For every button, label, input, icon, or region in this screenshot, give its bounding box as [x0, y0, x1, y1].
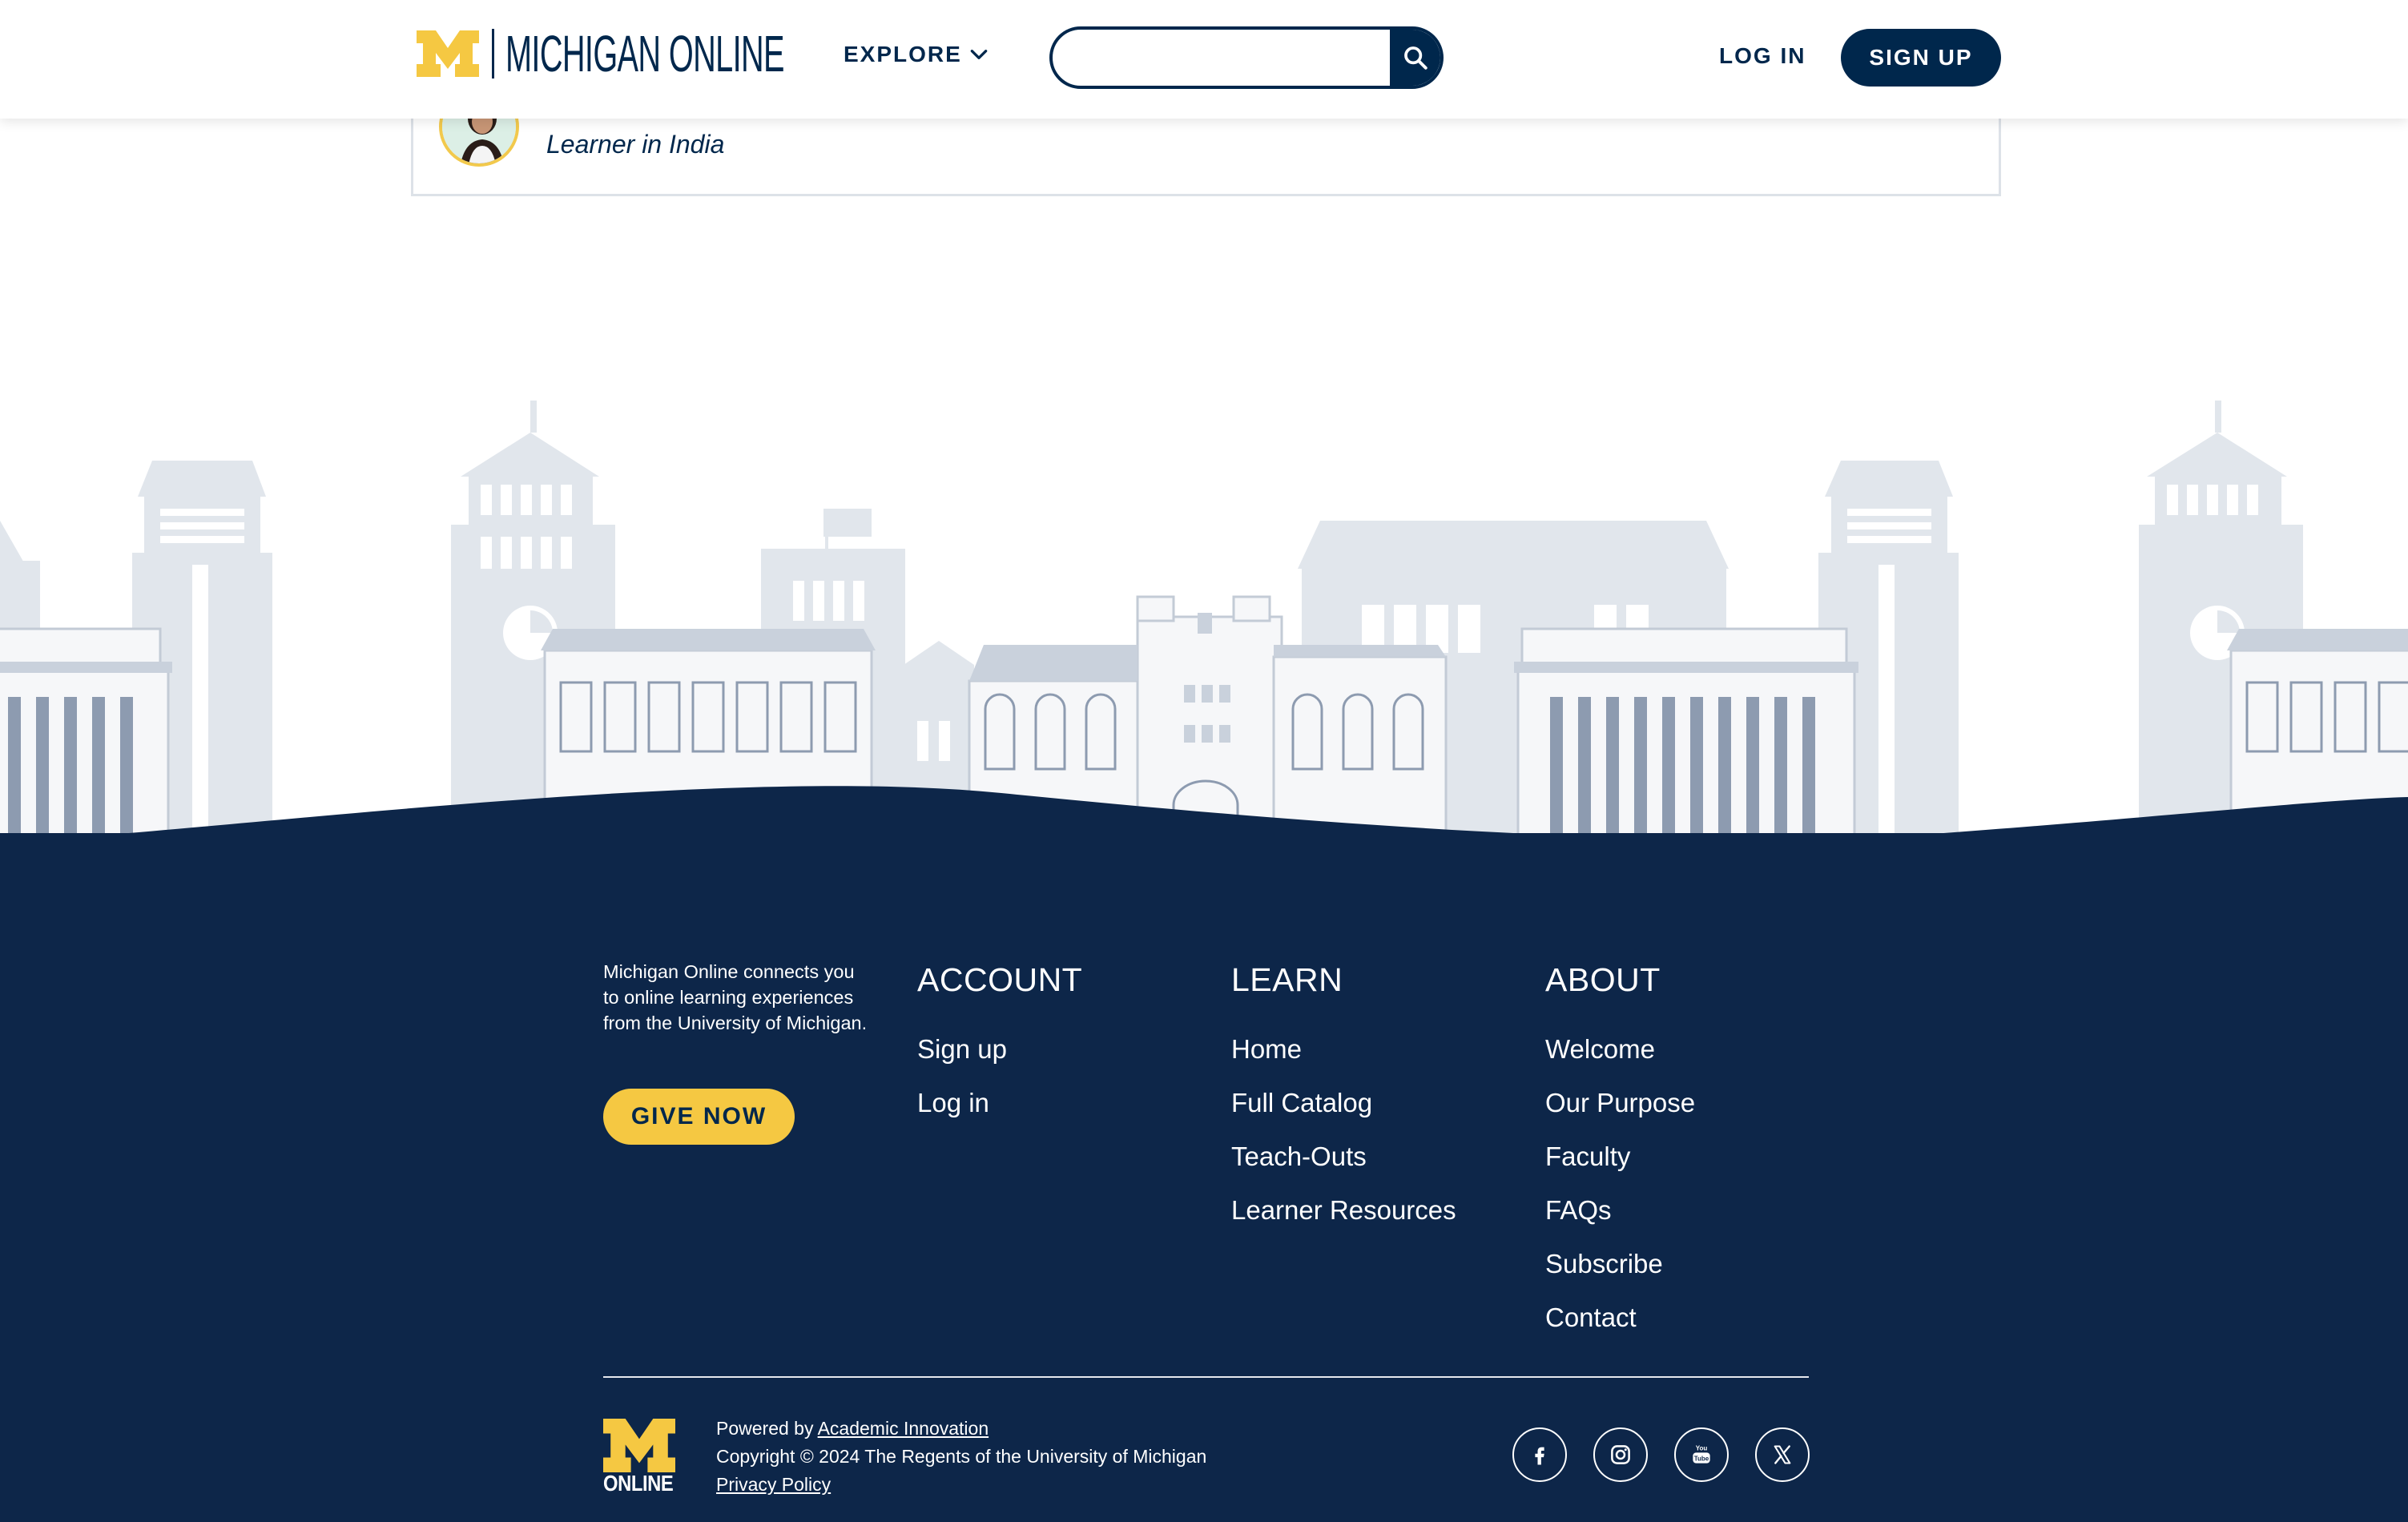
block-m-icon	[417, 30, 479, 77]
academic-innovation-link[interactable]: Academic Innovation	[818, 1418, 989, 1439]
search-input[interactable]	[1053, 30, 1390, 86]
search-icon	[1403, 46, 1427, 70]
search-button[interactable]	[1390, 30, 1440, 86]
footer-column-learn: LEARN Home Full Catalog Teach-Outs Learn…	[1231, 958, 1456, 1237]
privacy-policy-link[interactable]: Privacy Policy	[716, 1474, 831, 1495]
youtube-icon: You Tube	[1693, 1445, 1710, 1464]
x-twitter-link[interactable]	[1755, 1427, 1810, 1482]
footer-link-our-purpose[interactable]: Our Purpose	[1545, 1076, 1695, 1129]
social-links: You Tube	[1512, 1427, 1810, 1482]
footer-link-contact[interactable]: Contact	[1545, 1290, 1695, 1344]
footer-link-sign-up[interactable]: Sign up	[917, 1022, 1082, 1076]
powered-by-line: Powered by Academic Innovation	[716, 1415, 1206, 1443]
explore-label: EXPLORE	[844, 42, 962, 66]
footer-link-learner-resources[interactable]: Learner Resources	[1231, 1183, 1456, 1237]
footer-about-text: Michigan Online connects you to online l…	[603, 961, 868, 1033]
instagram-link[interactable]	[1593, 1427, 1648, 1482]
footer-link-teach-outs[interactable]: Teach-Outs	[1231, 1129, 1456, 1183]
footer-link-log-in[interactable]: Log in	[917, 1076, 1082, 1129]
footer-column-title: ABOUT	[1545, 961, 1661, 998]
footer-link-welcome[interactable]: Welcome	[1545, 1022, 1695, 1076]
svg-text:You: You	[1696, 1445, 1708, 1452]
login-link[interactable]: LOG IN	[1719, 43, 1806, 69]
search-bar	[1049, 26, 1444, 89]
footer-link-faculty[interactable]: Faculty	[1545, 1129, 1695, 1183]
footer-block-m-icon[interactable]	[603, 1419, 675, 1472]
footer-divider	[603, 1376, 1809, 1378]
chevron-down-icon	[970, 50, 988, 59]
footer-link-faqs[interactable]: FAQs	[1545, 1183, 1695, 1237]
instagram-icon	[1611, 1445, 1630, 1464]
footer-link-subscribe[interactable]: Subscribe	[1545, 1237, 1695, 1290]
youtube-link[interactable]: You Tube	[1674, 1427, 1729, 1482]
footer-link-home[interactable]: Home	[1231, 1022, 1456, 1076]
powered-by-prefix: Powered by	[716, 1418, 818, 1439]
facebook-icon	[1535, 1447, 1544, 1465]
signup-button[interactable]: SIGN UP	[1841, 29, 2001, 87]
logo-divider	[492, 29, 494, 79]
logo-wordmark: MICHIGAN ONLINE	[505, 25, 784, 83]
footer-logo-wordmark: ONLINE	[603, 1471, 674, 1496]
facebook-link[interactable]	[1512, 1427, 1567, 1482]
explore-menu[interactable]: EXPLORE	[844, 42, 989, 67]
site-header: MICHIGAN ONLINE EXPLORE LOG IN SIGN UP	[0, 0, 2408, 119]
copyright-text: Copyright © 2024 The Regents of the Univ…	[716, 1446, 1207, 1467]
x-twitter-icon	[1774, 1445, 1791, 1464]
footer-column-about: ABOUT Welcome Our Purpose Faculty FAQs S…	[1545, 958, 1695, 1344]
learner-location: Learner in India	[546, 130, 725, 159]
footer-column-title: ACCOUNT	[917, 961, 1083, 998]
footer-column-title: LEARN	[1231, 961, 1343, 998]
footer-column-account: ACCOUNT Sign up Log in	[917, 958, 1082, 1129]
svg-text:Tube: Tube	[1694, 1455, 1709, 1462]
footer-link-full-catalog[interactable]: Full Catalog	[1231, 1076, 1456, 1129]
give-now-button[interactable]: GIVE NOW	[603, 1089, 795, 1145]
footer-legal: Powered by Academic Innovation Copyright…	[716, 1415, 1206, 1499]
